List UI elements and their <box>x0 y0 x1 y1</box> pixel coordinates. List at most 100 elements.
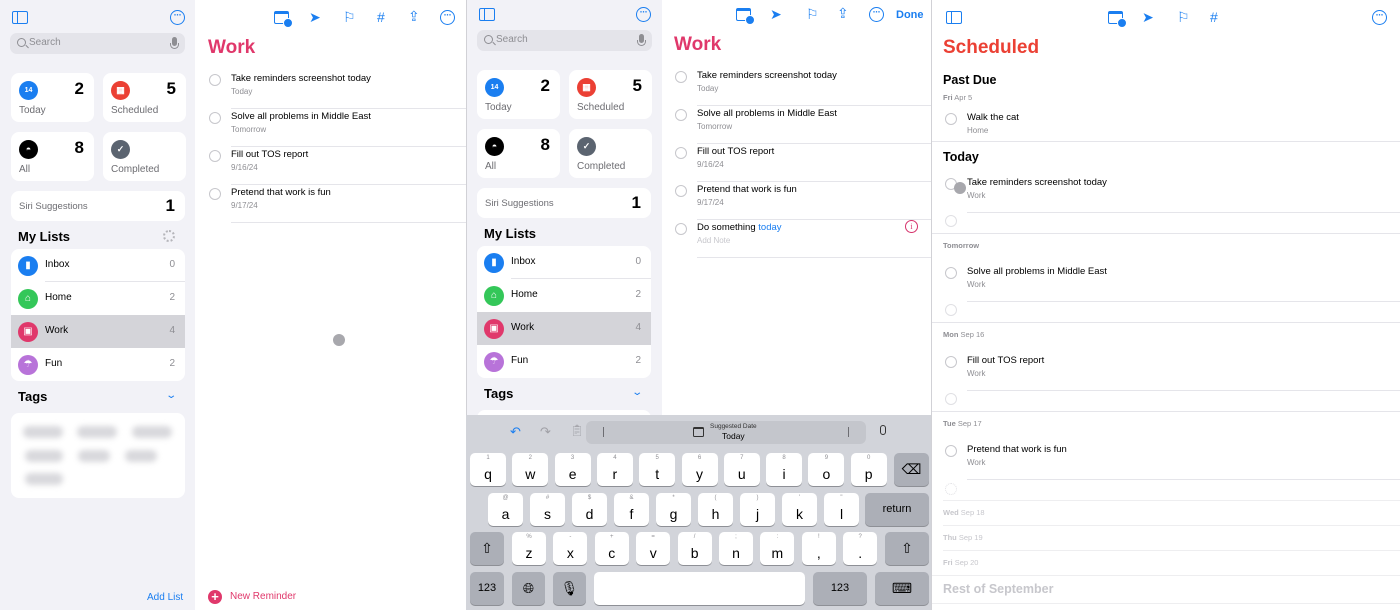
reminder-row[interactable]: Solve all problems in Middle East Tomorr… <box>209 109 466 147</box>
shift-key[interactable]: ⇧ <box>470 532 504 565</box>
key-t[interactable]: 5t <box>639 453 676 486</box>
key-v[interactable]: = v <box>636 532 671 565</box>
key-period[interactable]: ?. <box>843 532 878 565</box>
reminder-row[interactable]: Fill out TOS report Work <box>945 353 1400 391</box>
key-z[interactable]: % z <box>512 532 546 565</box>
empty-circle-button[interactable] <box>945 483 957 495</box>
key-k[interactable]: ' k <box>782 493 817 526</box>
numbers-key[interactable]: 123 <box>813 572 867 605</box>
return-key[interactable]: return <box>865 493 929 526</box>
smart-list-completed[interactable]: ✓ Completed <box>103 132 186 181</box>
key-q[interactable]: 1q <box>470 453 506 486</box>
key-p[interactable]: 0p <box>850 453 887 486</box>
key-a[interactable]: @ a <box>488 493 523 526</box>
reminder-row[interactable]: Take reminders screenshot today Work <box>945 175 1400 213</box>
empty-circle-button[interactable] <box>945 393 957 405</box>
key-c[interactable]: + c <box>594 532 629 565</box>
key-y[interactable]: 6y <box>681 453 718 486</box>
smart-list-all[interactable]: ◓ 8 All <box>477 129 560 178</box>
search-field[interactable]: Search <box>10 33 185 54</box>
new-reminder-row[interactable] <box>945 390 1400 412</box>
key-d[interactable]: $ d <box>572 493 607 526</box>
smart-list-all[interactable]: ◓ 8 All <box>11 132 94 181</box>
complete-circle-button[interactable] <box>675 109 687 121</box>
info-icon[interactable]: i <box>905 220 918 233</box>
key-e[interactable]: 3e <box>554 453 591 486</box>
reminder-row[interactable]: Solve all problems in Middle East Tomorr… <box>675 106 932 144</box>
done-button[interactable]: Done <box>896 9 924 21</box>
list-item-fun[interactable]: ☂ Fun 2 <box>11 348 185 381</box>
smart-list-scheduled[interactable]: ▦ 5 Scheduled <box>103 73 186 122</box>
smart-list-scheduled[interactable]: ▦ 5 Scheduled <box>569 70 652 119</box>
reminder-row[interactable]: Solve all problems in Middle East Work <box>945 264 1400 302</box>
location-icon[interactable]: ➤ <box>309 10 321 24</box>
space-bar[interactable] <box>594 572 805 605</box>
key-l[interactable]: " l <box>824 493 859 526</box>
new-reminder-row[interactable] <box>945 301 1400 323</box>
siri-suggestions[interactable]: Siri Suggestions 1 <box>11 191 185 221</box>
complete-circle-button[interactable] <box>209 74 221 86</box>
key-r[interactable]: 4r <box>596 453 633 486</box>
share-icon[interactable]: ⇪ <box>837 6 849 20</box>
share-icon[interactable]: ⇪ <box>408 9 420 23</box>
undo-icon[interactable]: ↶ <box>510 424 521 440</box>
redo-icon[interactable]: ↷ <box>540 424 551 440</box>
key-b[interactable]: / b <box>677 532 712 565</box>
more-options-icon[interactable]: ··· <box>869 7 884 22</box>
smart-list-today[interactable]: 14 2 Today <box>11 73 94 122</box>
editing-reminder-row[interactable]: Do something today Add Note i <box>675 220 932 258</box>
reminder-row[interactable]: Take reminders screenshot today Today <box>209 71 466 109</box>
dictation-icon[interactable] <box>880 425 886 435</box>
list-item-home[interactable]: ⌂ Home 2 <box>477 279 651 312</box>
rest-of-month-heading[interactable]: Rest of September <box>943 582 1053 596</box>
reminder-row[interactable]: Walk the cat Home <box>945 110 1400 148</box>
hide-keyboard-key[interactable]: ⌨ <box>875 572 929 605</box>
complete-circle-button[interactable] <box>675 71 687 83</box>
reminder-row[interactable]: Take reminders screenshot today Today <box>675 68 932 106</box>
empty-circle-button[interactable] <box>945 215 957 227</box>
complete-circle-button[interactable] <box>945 445 957 457</box>
complete-circle-button[interactable] <box>209 188 221 200</box>
reminder-row[interactable]: Fill out TOS report 9/16/24 <box>675 144 932 182</box>
complete-circle-button[interactable] <box>675 185 687 197</box>
add-note-field[interactable]: Add Note <box>697 236 730 245</box>
complete-circle-button[interactable] <box>675 223 687 235</box>
numbers-key[interactable]: 123 <box>470 572 504 605</box>
flag-icon[interactable]: ⚐ <box>806 7 819 21</box>
flag-icon[interactable]: ⚐ <box>343 10 356 24</box>
key-comma[interactable]: !, <box>801 532 836 565</box>
tag-chip[interactable] <box>78 450 110 462</box>
reminder-title-input[interactable]: Do something today <box>697 222 782 233</box>
calendar-icon[interactable] <box>1108 11 1127 28</box>
tag-icon[interactable]: # <box>1210 10 1218 24</box>
more-options-icon[interactable]: ··· <box>440 10 455 25</box>
reminder-row[interactable]: Pretend that work is fun 9/17/24 <box>209 185 466 223</box>
complete-circle-button[interactable] <box>945 356 957 368</box>
add-list-button[interactable]: Add List <box>147 592 183 603</box>
date-header[interactable]: Fri Sep 20 <box>943 558 978 567</box>
more-options-icon[interactable]: ··· <box>636 7 651 22</box>
key-g[interactable]: * g <box>656 493 691 526</box>
reminder-row[interactable]: Pretend that work is fun 9/17/24 <box>675 182 932 220</box>
microphone-icon[interactable] <box>637 34 646 46</box>
sidebar-toggle-icon[interactable] <box>946 11 962 24</box>
tag-chip[interactable] <box>125 450 157 462</box>
tag-chip[interactable] <box>23 426 63 438</box>
date-header[interactable]: Wed Sep 18 <box>943 508 985 517</box>
complete-circle-button[interactable] <box>209 112 221 124</box>
key-n[interactable]: ; n <box>719 532 753 565</box>
more-options-icon[interactable]: ··· <box>1372 10 1387 25</box>
sidebar-toggle-icon[interactable] <box>479 8 495 21</box>
date-header[interactable]: Thu Sep 19 <box>943 533 983 542</box>
key-u[interactable]: 7u <box>723 453 760 486</box>
key-x[interactable]: -x <box>553 532 588 565</box>
date-suggestion-link[interactable]: today <box>758 222 781 233</box>
chevron-down-icon[interactable]: ⌄ <box>165 390 177 401</box>
smart-list-today[interactable]: 14 2 Today <box>477 70 560 119</box>
tag-chip[interactable] <box>132 426 172 438</box>
list-item-home[interactable]: ⌂ Home 2 <box>11 282 185 315</box>
complete-circle-button[interactable] <box>945 267 957 279</box>
new-reminder-row[interactable] <box>945 212 1400 234</box>
tag-chip[interactable] <box>77 426 117 438</box>
key-i[interactable]: 8i <box>766 453 803 486</box>
